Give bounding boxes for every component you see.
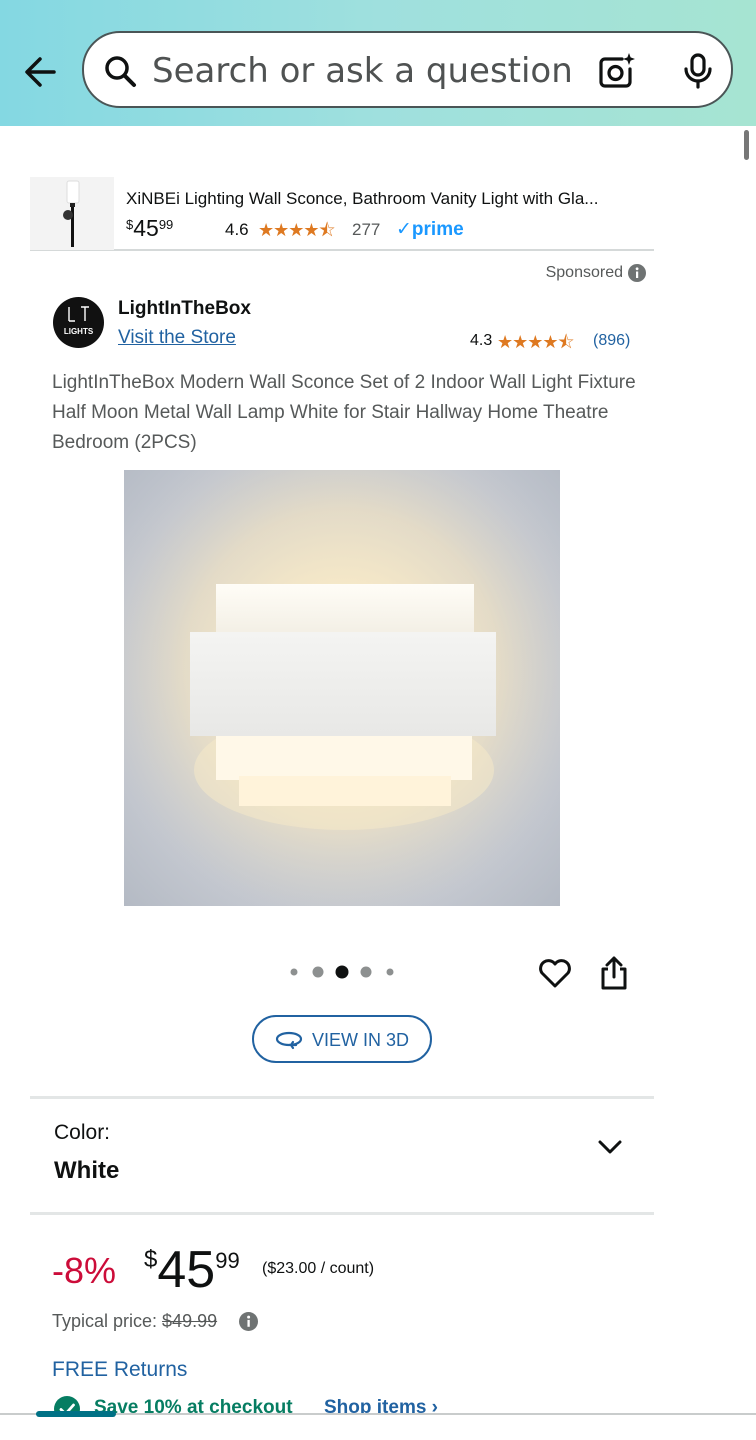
back-arrow-icon[interactable] [20, 50, 64, 94]
search-input[interactable] [152, 47, 572, 95]
product-image[interactable] [124, 470, 560, 906]
typical-price-label: Typical price: [52, 1311, 163, 1331]
color-value[interactable]: White [54, 1157, 119, 1185]
section-divider [30, 1096, 654, 1099]
view-in-3d-label: VIEW IN 3D [312, 1030, 410, 1050]
heart-icon[interactable] [537, 955, 573, 991]
discount-percentage: -8% [52, 1250, 117, 1291]
price-dollars: 45 [157, 1241, 216, 1299]
image-carousel-dots[interactable] [284, 960, 404, 984]
store-name[interactable]: LightInTheBox [118, 298, 251, 320]
star-rating-icon[interactable]: ★★★★⯪ [497, 330, 575, 360]
microphone-icon[interactable] [678, 51, 718, 91]
sponsored-label: Sponsored [545, 264, 623, 281]
search-bar[interactable] [82, 31, 733, 108]
product-review-count[interactable]: (896) [593, 332, 630, 350]
free-returns-link[interactable]: FREE Returns [52, 1358, 187, 1382]
page-scrollbar[interactable] [744, 130, 749, 160]
bottom-sticky-bar [0, 1411, 756, 1440]
top-header [0, 0, 756, 126]
info-icon[interactable] [628, 264, 646, 282]
bottom-progress-indicator [36, 1411, 116, 1417]
color-label: Color: [54, 1121, 111, 1144]
product-title: LightInTheBox Modern Wall Sconce Set of … [52, 372, 636, 453]
sponsored-product-title[interactable]: XiNBEi Lighting Wall Sconce, Bathroom Va… [126, 189, 646, 209]
camera-lens-icon[interactable] [596, 51, 636, 91]
store-logo-text: LIGHTS [63, 327, 94, 336]
product-rating-value: 4.3 [470, 332, 493, 349]
prime-badge: ✓prime [396, 219, 464, 240]
section-divider [30, 1212, 654, 1215]
sponsored-product-price: $4599 [126, 215, 173, 242]
typical-price: Typical price: $49.99 [52, 1311, 217, 1332]
star-rating-icon: ★★★★⯪ [258, 220, 336, 240]
product-price: $4599 [144, 1240, 240, 1300]
sponsored-product-card[interactable]: XiNBEi Lighting Wall Sconce, Bathroom Va… [30, 177, 654, 251]
search-icon [105, 56, 136, 87]
wall-sconce-thumbnail-image [63, 180, 80, 247]
store-logo[interactable]: LIGHTS [53, 297, 104, 348]
price-currency: $ [144, 1246, 158, 1273]
rotate-3d-icon [275, 1031, 303, 1050]
share-icon[interactable] [597, 955, 631, 991]
wall-sconce-image [124, 470, 560, 906]
sponsored-product-rating: 4.6 [225, 220, 249, 239]
chevron-down-icon[interactable] [597, 1137, 623, 1157]
price-cents: 99 [158, 217, 174, 232]
price-dollars: 45 [133, 215, 159, 241]
view-in-3d-button[interactable]: VIEW IN 3D [252, 1015, 432, 1063]
store-logo-mark [68, 306, 89, 322]
price-cents: 99 [215, 1248, 240, 1273]
visit-store-link[interactable]: Visit the Store [118, 327, 236, 349]
sponsored-product-review-count: 277 [352, 220, 381, 239]
price-currency: $ [126, 217, 134, 232]
info-icon[interactable] [239, 1312, 258, 1331]
unit-price: ($23.00 / count) [262, 1260, 375, 1277]
sponsored-product-thumbnail[interactable] [30, 177, 114, 250]
typical-price-value: $49.99 [162, 1311, 218, 1331]
